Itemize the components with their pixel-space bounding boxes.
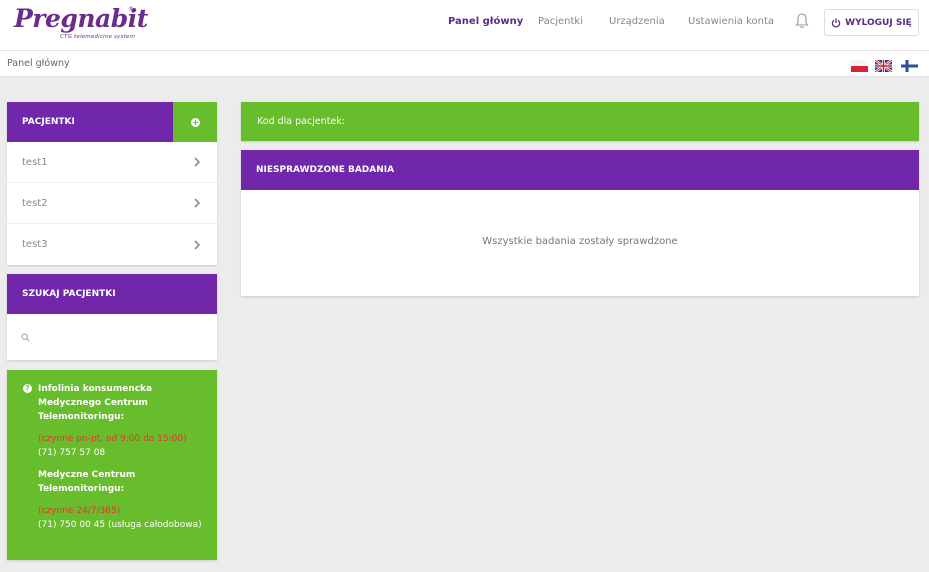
power-icon <box>831 18 841 28</box>
search-panel-title: SZUKAJ PACJENTKI <box>22 289 116 299</box>
add-patient-button[interactable] <box>173 102 217 142</box>
patient-list-item[interactable]: test1 <box>7 142 217 183</box>
patient-list-item[interactable]: test2 <box>7 183 217 224</box>
flag-fi-icon[interactable] <box>901 60 918 72</box>
patient-name: test1 <box>22 156 48 168</box>
patient-code-label: Kod dla pacjentek: <box>257 116 345 127</box>
question-circle-icon: ? <box>23 384 32 393</box>
search-patient-panel: SZUKAJ PACJENTKI <box>7 274 217 360</box>
unchecked-exams-title: NIESPRAWDZONE BADANIA <box>256 165 395 175</box>
search-field <box>7 314 217 360</box>
nav-panel-glowny[interactable]: Panel główny <box>448 16 523 27</box>
logo-registered-mark: ® <box>128 6 134 13</box>
patients-panel-header: PACJENTKI <box>7 102 217 142</box>
hotline-phone: (71) 757 57 08 <box>38 448 106 458</box>
chevron-right-icon <box>194 239 201 250</box>
patients-panel-title: PACJENTKI <box>22 117 75 127</box>
patients-panel: PACJENTKI test1 test2 test3 <box>7 102 217 265</box>
nav-urzadzenia[interactable]: Urządzenia <box>609 16 665 27</box>
center-phone: (71) 750 00 45 (usługa całodobowa) <box>38 520 202 530</box>
chevron-right-icon <box>194 198 201 208</box>
patient-code-bar: Kod dla pacjentek: <box>241 102 919 141</box>
logout-button[interactable]: WYLOGUJ SIĘ <box>824 9 919 36</box>
patient-name: test3 <box>22 239 48 250</box>
hotline-hours: (czynne pn-pt, od 9:00 do 15:00) <box>38 434 187 444</box>
top-navbar: Pregnabit ® CTG telemedicine system Pane… <box>0 0 929 51</box>
plus-circle-icon <box>190 117 200 127</box>
breadcrumb: Panel główny <box>7 58 70 69</box>
flag-pl-icon[interactable] <box>851 60 868 72</box>
bell-icon[interactable] <box>794 12 810 30</box>
center-hours: (czynne 24/7/365) <box>38 506 121 516</box>
logout-label: WYLOGUJ SIĘ <box>845 17 912 28</box>
nav-pacjentki[interactable]: Pacjentki <box>538 16 583 27</box>
patient-list-item[interactable]: test3 <box>7 224 217 265</box>
empty-state-message: Wszystkie badania zostały sprawdzone <box>482 236 678 247</box>
logo-tagline: CTG telemedicine system <box>60 34 136 40</box>
breadcrumb-bar: Panel główny <box>0 51 929 77</box>
patient-name: test2 <box>22 197 48 209</box>
hotline-title: Infolinia konsumencka Medycznego Centrum… <box>38 384 153 422</box>
center-title: Medyczne Centrum Telemonitoringu: <box>38 470 136 494</box>
search-panel-header: SZUKAJ PACJENTKI <box>7 274 217 314</box>
pregnabit-logo[interactable]: Pregnabit ® CTG telemedicine system <box>14 4 148 44</box>
info-panel: ? Infolinia konsumencka Medycznego Centr… <box>7 370 217 560</box>
unchecked-exams-panel: NIESPRAWDZONE BADANIA Wszystkie badania … <box>241 150 919 296</box>
flag-en-icon[interactable] <box>875 60 892 72</box>
nav-ustawienia-konta[interactable]: Ustawienia konta <box>688 16 774 27</box>
search-icon <box>21 332 30 342</box>
search-input[interactable] <box>36 331 196 343</box>
chevron-right-icon <box>194 157 201 167</box>
unchecked-exams-header: NIESPRAWDZONE BADANIA <box>241 150 919 190</box>
